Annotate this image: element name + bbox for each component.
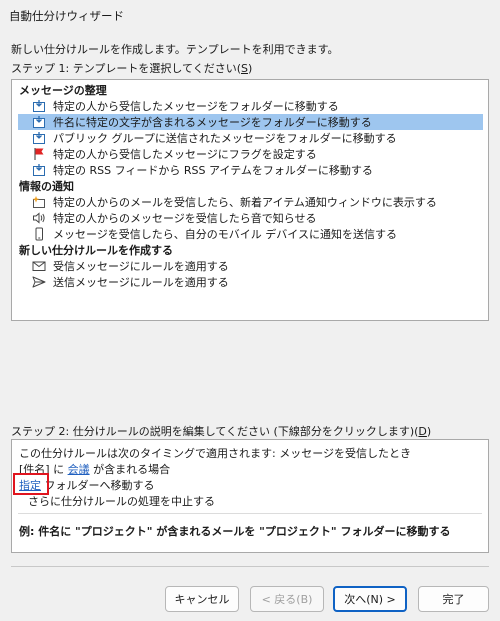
target-folder-link[interactable]: 指定 (19, 479, 41, 492)
template-item-move-from-sender[interactable]: 特定の人から受信したメッセージをフォルダーに移動する (18, 98, 483, 114)
template-item-new-item-alert[interactable]: 特定の人からのメールを受信したら、新着アイテム通知ウィンドウに表示する (18, 194, 483, 210)
move-to-folder-icon (31, 162, 47, 178)
group-header-organize: メッセージの整理 (19, 84, 107, 97)
template-item-sound-alert[interactable]: 特定の人からのメッセージを受信したら音で知らせる (18, 210, 483, 226)
new-item-alert-icon (31, 194, 47, 210)
template-item-move-by-subject[interactable]: 件名に特定の文字が含まれるメッセージをフォルダーに移動する (18, 114, 483, 130)
template-item-flag-from-sender[interactable]: 特定の人から受信したメッセージにフラグを設定する (18, 146, 483, 162)
template-item-label: 特定の人からのメッセージを受信したら音で知らせる (53, 212, 317, 225)
footer-divider (11, 566, 489, 567)
move-to-folder-icon (31, 130, 47, 146)
step1-label: ステップ 1: テンプレートを選択してください(S) (11, 62, 253, 75)
template-item-mobile-notify[interactable]: メッセージを受信したら、自分のモバイル デバイスに通知を送信する (18, 226, 483, 242)
subject-field-label: [件名] (19, 463, 50, 476)
template-item-apply-received[interactable]: 受信メッセージにルールを適用する (18, 258, 483, 274)
rule-description-box: この仕分けルールは次のタイミングで適用されます: メッセージを受信したとき [件… (11, 439, 489, 553)
template-item-label: 特定の RSS フィードから RSS アイテムをフォルダーに移動する (53, 164, 373, 177)
rule-stop-line: さらに仕分けルールの処理を中止する (28, 495, 215, 508)
window-title: 自動仕分けウィザード (9, 9, 124, 23)
step2-label: ステップ 2: 仕分けルールの説明を編集してください (下線部分をクリックします… (11, 425, 432, 438)
send-icon (31, 274, 47, 290)
move-to-folder-icon (31, 114, 47, 130)
speaker-icon (31, 210, 47, 226)
template-item-apply-sent[interactable]: 送信メッセージにルールを適用する (18, 274, 483, 290)
template-item-label: 受信メッセージにルールを適用する (53, 260, 229, 273)
group-header-new-rule: 新しい仕分けルールを作成する (19, 244, 173, 257)
template-item-label: 特定の人から受信したメッセージにフラグを設定する (53, 148, 317, 161)
next-button[interactable]: 次へ(N) > (333, 586, 407, 612)
rule-example-text: 例: 件名に "プロジェクト" が含まれるメールを "プロジェクト" フォルダー… (19, 525, 451, 538)
finish-button[interactable]: 完了 (418, 586, 489, 612)
rule-action-line: 指定 フォルダーへ移動する (19, 479, 155, 492)
template-item-label: メッセージを受信したら、自分のモバイル デバイスに通知を送信する (53, 228, 397, 241)
description-separator (18, 513, 482, 514)
move-to-folder-icon (31, 98, 47, 114)
back-button[interactable]: < 戻る(B) (250, 586, 324, 612)
template-item-label: 特定の人から受信したメッセージをフォルダーに移動する (53, 100, 339, 113)
rule-description-line: この仕分けルールは次のタイミングで適用されます: メッセージを受信したとき (19, 447, 411, 460)
rule-condition-line: [件名] に 会議 が含まれる場合 (19, 463, 171, 476)
template-item-label: 件名に特定の文字が含まれるメッセージをフォルダーに移動する (53, 116, 372, 129)
template-item-label: パブリック グループに送信されたメッセージをフォルダーに移動する (53, 132, 397, 145)
template-item-move-rss[interactable]: 特定の RSS フィードから RSS アイテムをフォルダーに移動する (18, 162, 483, 178)
intro-text: 新しい仕分けルールを作成します。テンプレートを利用できます。 (11, 43, 339, 56)
keyword-link[interactable]: 会議 (68, 463, 90, 476)
cancel-button[interactable]: キャンセル (165, 586, 239, 612)
mobile-device-icon (31, 226, 47, 242)
template-item-label: 送信メッセージにルールを適用する (53, 276, 229, 289)
envelope-icon (31, 258, 47, 274)
template-list[interactable]: メッセージの整理 特定の人から受信したメッセージをフォルダーに移動する 件名に特… (11, 79, 489, 321)
template-item-move-public-group[interactable]: パブリック グループに送信されたメッセージをフォルダーに移動する (18, 130, 483, 146)
template-item-label: 特定の人からのメールを受信したら、新着アイテム通知ウィンドウに表示する (53, 196, 437, 209)
flag-icon (31, 146, 47, 162)
group-header-notify: 情報の通知 (19, 180, 74, 193)
